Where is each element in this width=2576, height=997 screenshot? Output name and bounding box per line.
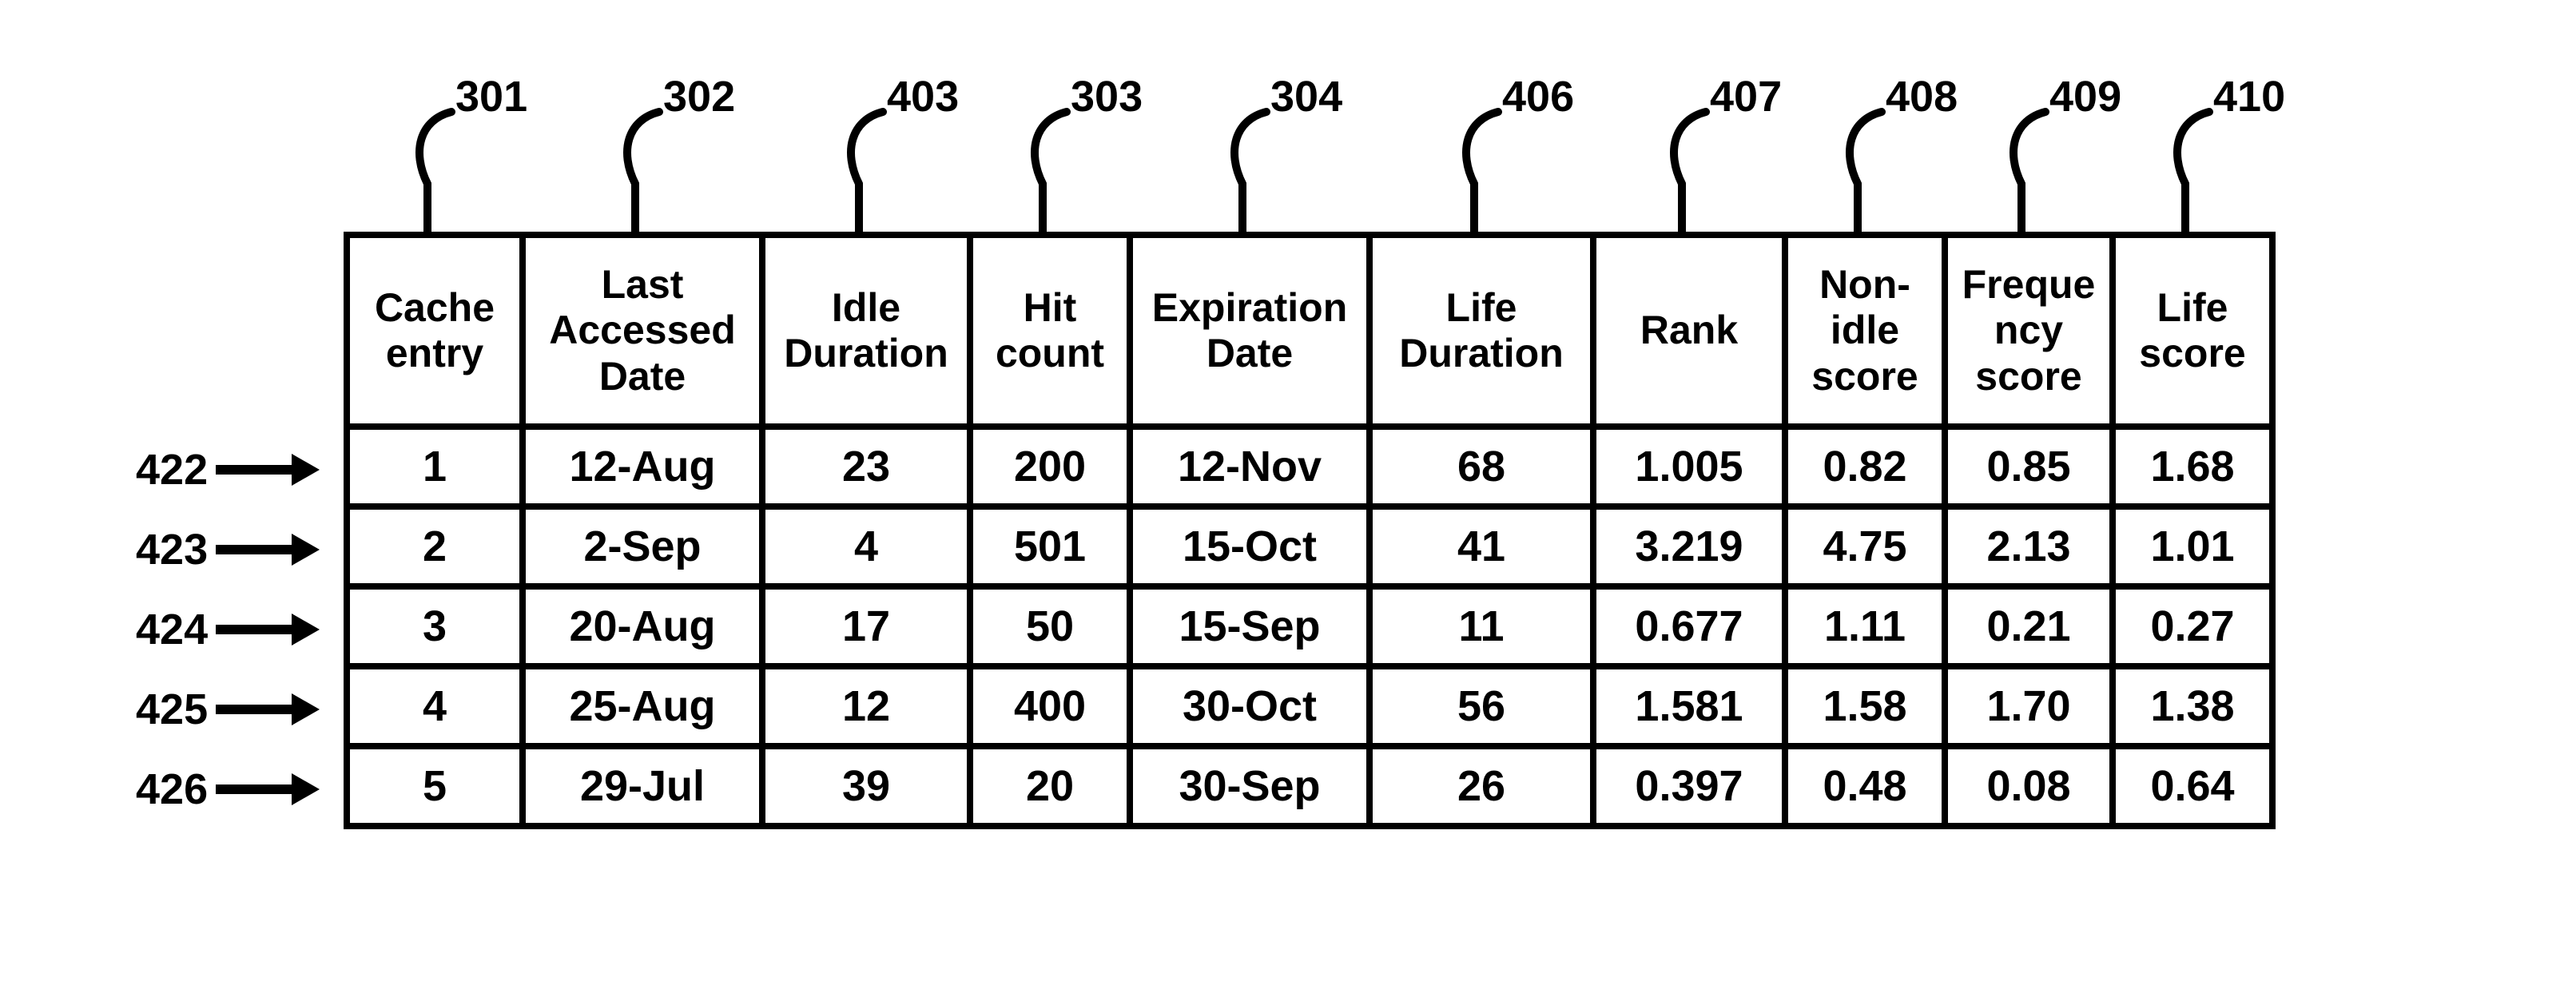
arrow-right-icon bbox=[216, 606, 320, 653]
table-cell: 1.68 bbox=[2113, 427, 2272, 506]
table-cell: 17 bbox=[762, 586, 970, 666]
cache-metrics-table: Cache entryLast Accessed DateIdle Durati… bbox=[344, 232, 2276, 829]
table-cell: 26 bbox=[1369, 746, 1593, 826]
table-cell: 11 bbox=[1369, 586, 1593, 666]
row-ref-label-group: 425 bbox=[136, 669, 320, 749]
leader-line-icon bbox=[2141, 104, 2301, 240]
table-cell: 25-Aug bbox=[523, 666, 762, 746]
row-ref-label-group: 424 bbox=[136, 590, 320, 669]
table-cell: 200 bbox=[970, 427, 1130, 506]
table-cell: 1.38 bbox=[2113, 666, 2272, 746]
table-cell: 39 bbox=[762, 746, 970, 826]
table-row: 112-Aug2320012-Nov681.0050.820.851.68 bbox=[347, 427, 2272, 506]
table-cell: 0.397 bbox=[1593, 746, 1785, 826]
leader-line-icon bbox=[1978, 104, 2137, 240]
row-ref-label: 422 bbox=[136, 445, 208, 495]
row-ref-label: 423 bbox=[136, 525, 208, 574]
column-header: Cache entry bbox=[347, 235, 523, 427]
table-cell: 20-Aug bbox=[523, 586, 762, 666]
row-ref-label: 424 bbox=[136, 605, 208, 654]
leader-line-icon bbox=[1814, 104, 1974, 240]
table-cell: 15-Sep bbox=[1130, 586, 1369, 666]
stage: 301302403303304406407408409410 422423424… bbox=[0, 0, 2576, 997]
table-cell: 23 bbox=[762, 427, 970, 506]
arrow-right-icon bbox=[216, 526, 320, 574]
row-ref-label-group: 423 bbox=[136, 510, 320, 590]
table-cell: 0.21 bbox=[1945, 586, 2113, 666]
table-row: 22-Sep450115-Oct413.2194.752.131.01 bbox=[347, 506, 2272, 586]
table-row: 425-Aug1240030-Oct561.5811.581.701.38 bbox=[347, 666, 2272, 746]
arrow-right-icon bbox=[216, 685, 320, 733]
table-cell: 12-Aug bbox=[523, 427, 762, 506]
leader-line-icon bbox=[591, 104, 751, 240]
table-cell: 68 bbox=[1369, 427, 1593, 506]
table-cell: 1.01 bbox=[2113, 506, 2272, 586]
row-ref-label: 425 bbox=[136, 685, 208, 734]
leader-line-icon bbox=[1430, 104, 1590, 240]
table-cell: 0.48 bbox=[1785, 746, 1945, 826]
table-cell: 15-Oct bbox=[1130, 506, 1369, 586]
column-header: Freque ncy score bbox=[1945, 235, 2113, 427]
row-ref-label-group: 426 bbox=[136, 749, 320, 829]
table-cell: 1.581 bbox=[1593, 666, 1785, 746]
table-cell: 0.08 bbox=[1945, 746, 2113, 826]
table-cell: 4 bbox=[347, 666, 523, 746]
column-ref-labels: 301302403303304406407408409410 bbox=[344, 72, 2269, 232]
table-cell: 30-Sep bbox=[1130, 746, 1369, 826]
table-row: 529-Jul392030-Sep260.3970.480.080.64 bbox=[347, 746, 2272, 826]
leader-line-icon bbox=[815, 104, 975, 240]
table-wrap: 422423424425426 Cache entryLast Accessed… bbox=[344, 232, 2276, 829]
table-cell: 4 bbox=[762, 506, 970, 586]
table-cell: 2.13 bbox=[1945, 506, 2113, 586]
table-cell: 501 bbox=[970, 506, 1130, 586]
leader-line-icon bbox=[1638, 104, 1798, 240]
column-header: Idle Duration bbox=[762, 235, 970, 427]
column-header: Non-idle score bbox=[1785, 235, 1945, 427]
table-cell: 2 bbox=[347, 506, 523, 586]
table-cell: 3 bbox=[347, 586, 523, 666]
table-cell: 1.005 bbox=[1593, 427, 1785, 506]
table-cell: 29-Jul bbox=[523, 746, 762, 826]
column-header: Hit count bbox=[970, 235, 1130, 427]
table-cell: 5 bbox=[347, 746, 523, 826]
table-cell: 400 bbox=[970, 666, 1130, 746]
table-cell: 0.677 bbox=[1593, 586, 1785, 666]
column-header: Expiration Date bbox=[1130, 235, 1369, 427]
table-cell: 0.85 bbox=[1945, 427, 2113, 506]
table-cell: 1 bbox=[347, 427, 523, 506]
arrow-right-icon bbox=[216, 765, 320, 813]
table-cell: 1.11 bbox=[1785, 586, 1945, 666]
column-header: Rank bbox=[1593, 235, 1785, 427]
column-header: Life score bbox=[2113, 235, 2272, 427]
table-cell: 0.82 bbox=[1785, 427, 1945, 506]
table-row: 320-Aug175015-Sep110.6771.110.210.27 bbox=[347, 586, 2272, 666]
table-cell: 50 bbox=[970, 586, 1130, 666]
leader-line-icon bbox=[999, 104, 1159, 240]
row-ref-label: 426 bbox=[136, 765, 208, 814]
arrow-right-icon bbox=[216, 446, 320, 494]
table-cell: 1.58 bbox=[1785, 666, 1945, 746]
table-cell: 1.70 bbox=[1945, 666, 2113, 746]
table-cell: 20 bbox=[970, 746, 1130, 826]
table-cell: 56 bbox=[1369, 666, 1593, 746]
table-cell: 2-Sep bbox=[523, 506, 762, 586]
column-header: Life Duration bbox=[1369, 235, 1593, 427]
leader-line-icon bbox=[384, 104, 543, 240]
row-ref-label-group: 422 bbox=[136, 430, 320, 510]
table-cell: 0.27 bbox=[2113, 586, 2272, 666]
table-cell: 12-Nov bbox=[1130, 427, 1369, 506]
figure: 301302403303304406407408409410 422423424… bbox=[344, 72, 2276, 829]
table-cell: 0.64 bbox=[2113, 746, 2272, 826]
table-cell: 30-Oct bbox=[1130, 666, 1369, 746]
table-cell: 4.75 bbox=[1785, 506, 1945, 586]
leader-line-icon bbox=[1199, 104, 1358, 240]
table-cell: 41 bbox=[1369, 506, 1593, 586]
table-cell: 3.219 bbox=[1593, 506, 1785, 586]
column-header: Last Accessed Date bbox=[523, 235, 762, 427]
table-cell: 12 bbox=[762, 666, 970, 746]
